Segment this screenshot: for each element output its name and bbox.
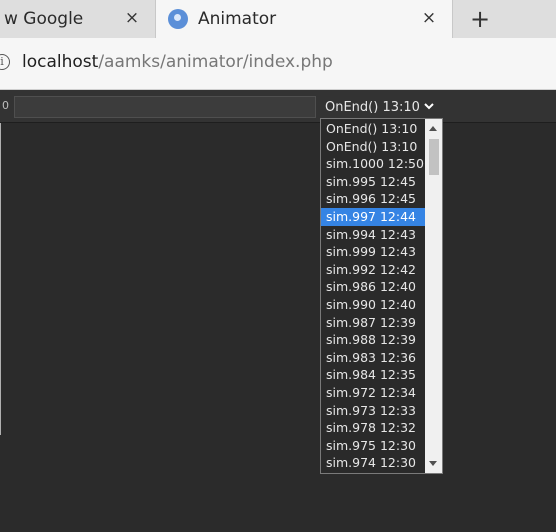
- dropdown-option[interactable]: sim.975 12:30: [321, 437, 425, 455]
- address-bar[interactable]: i localhost/aamks/animator/index.php: [0, 38, 556, 90]
- dropdown-option[interactable]: sim.994 12:43: [321, 226, 425, 244]
- dropdown-option[interactable]: sim.983 12:36: [321, 349, 425, 367]
- new-tab-button[interactable]: +: [466, 6, 494, 32]
- animation-input[interactable]: [14, 96, 316, 118]
- dropdown-option[interactable]: sim.999 12:43: [321, 243, 425, 261]
- tab-bar: w Google × Animator × +: [0, 0, 556, 38]
- chevron-down-icon: [424, 103, 434, 110]
- dropdown-option[interactable]: sim.984 12:35: [321, 366, 425, 384]
- dropdown-option[interactable]: OnEnd() 13:10: [321, 120, 425, 138]
- dropdown-option[interactable]: sim.992 12:42: [321, 261, 425, 279]
- dropdown-option[interactable]: sim.973 12:33: [321, 402, 425, 420]
- dropdown-option[interactable]: sim.990 12:40: [321, 296, 425, 314]
- dropdown-option[interactable]: sim.986 12:40: [321, 278, 425, 296]
- dropdown-option[interactable]: sim.1000 12:50: [321, 155, 425, 173]
- animation-canvas[interactable]: [0, 123, 556, 532]
- select-value: OnEnd() 13:10: [325, 99, 420, 115]
- simulation-select[interactable]: OnEnd() 13:10: [321, 96, 439, 118]
- dropdown-option[interactable]: sim.987 12:39: [321, 314, 425, 332]
- url-path: /aamks/animator/index.php: [98, 52, 333, 72]
- favicon-icon: [168, 9, 188, 29]
- canvas-divider: [0, 123, 1, 435]
- dropdown-option[interactable]: sim.974 12:30: [321, 454, 425, 472]
- frame-label: 0: [2, 99, 9, 112]
- tab-title: w Google: [4, 9, 84, 29]
- dropdown-option[interactable]: sim.972 12:34: [321, 384, 425, 402]
- close-icon[interactable]: ×: [420, 9, 438, 27]
- dropdown-option[interactable]: sim.978 12:32: [321, 419, 425, 437]
- tab-title: Animator: [198, 9, 277, 29]
- simulation-dropdown-list[interactable]: OnEnd() 13:10 OnEnd() 13:10 sim.1000 12:50…: [320, 118, 443, 474]
- url-host: localhost: [22, 52, 99, 72]
- url-text[interactable]: localhost/aamks/animator/index.php: [22, 52, 333, 72]
- scroll-up-icon[interactable]: [429, 126, 437, 131]
- dropdown-option[interactable]: OnEnd() 13:10: [321, 138, 425, 156]
- dropdown-option[interactable]: sim.988 12:39: [321, 331, 425, 349]
- close-icon[interactable]: ×: [123, 9, 141, 27]
- info-icon[interactable]: i: [0, 54, 10, 70]
- tab-google[interactable]: w Google ×: [0, 0, 155, 38]
- scroll-thumb[interactable]: [429, 139, 439, 175]
- scroll-down-icon[interactable]: [429, 461, 437, 466]
- tab-animator[interactable]: Animator ×: [155, 0, 453, 38]
- dropdown-option[interactable]: sim.996 12:45: [321, 190, 425, 208]
- dropdown-option[interactable]: sim.995 12:45: [321, 173, 425, 191]
- dropdown-scrollbar[interactable]: [425, 119, 442, 473]
- dropdown-option[interactable]: sim.997 12:44: [321, 208, 425, 226]
